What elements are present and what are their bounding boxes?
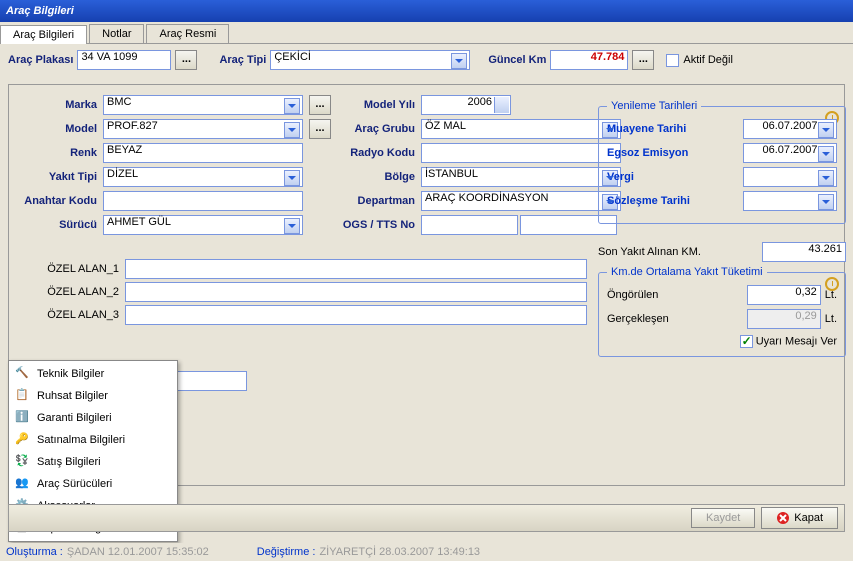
modelyili-spinner[interactable]: 2006: [421, 95, 511, 115]
degistirme-value: ZİYARETÇİ 28.03.2007 13:49:13: [319, 546, 480, 558]
money-icon: 💱: [15, 454, 31, 470]
users-icon: 👥: [15, 476, 31, 492]
aracgrubu-select[interactable]: ÖZ MAL: [421, 119, 621, 139]
anahtar-input[interactable]: [103, 191, 303, 211]
uyari-label: Uyarı Mesajı Ver: [756, 335, 837, 347]
km-label: Güncel Km: [488, 54, 546, 66]
modelyili-label: Model Yılı: [335, 99, 415, 111]
kaydet-button[interactable]: Kaydet: [691, 508, 755, 528]
guncel-km-input[interactable]: 47.784: [550, 50, 628, 70]
tab-bar: Araç Bilgileri Notlar Araç Resmi: [0, 22, 853, 44]
olusturma-value: ŞADAN 12.01.2007 15:35:02: [67, 546, 209, 558]
model-label: Model: [17, 123, 97, 135]
ogs1-input[interactable]: [421, 215, 518, 235]
olusturma-label: Oluşturma :: [6, 546, 63, 558]
info-icon: ℹ️: [15, 410, 31, 426]
plaka-browse-button[interactable]: ...: [175, 50, 197, 70]
radyo-label: Radyo Kodu: [335, 147, 415, 159]
model-select[interactable]: PROF.827: [103, 119, 303, 139]
unit-lt-2: Lt.: [825, 313, 837, 325]
plaka-label: Araç Plakası: [8, 54, 73, 66]
kapat-button[interactable]: Kapat: [761, 507, 838, 529]
bolge-select[interactable]: İSTANBUL: [421, 167, 621, 187]
clock-icon-2: [825, 277, 839, 291]
tuketim-fieldset: Km.de Ortalama Yakıt Tüketimi Öngörülen …: [598, 272, 846, 357]
menu-satinalma[interactable]: 🔑Satınalma Bilgileri: [11, 429, 175, 451]
marka-browse-button[interactable]: ...: [309, 95, 331, 115]
marka-select[interactable]: BMC: [103, 95, 303, 115]
egzos-label: Egsoz Emisyon: [607, 147, 688, 159]
close-icon: [776, 511, 790, 525]
model-browse-button[interactable]: ...: [309, 119, 331, 139]
aracgrubu-label: Araç Grubu: [335, 123, 415, 135]
ongorulen-input[interactable]: 0,32: [747, 285, 821, 305]
tipi-label: Araç Tipi: [219, 54, 266, 66]
tab-arac-resmi[interactable]: Araç Resmi: [146, 24, 229, 43]
document-icon: 📋: [15, 388, 31, 404]
egzos-date[interactable]: 06.07.2007: [743, 143, 837, 163]
gerceklesen-label: Gerçekleşen: [607, 313, 669, 325]
tab-notlar[interactable]: Notlar: [89, 24, 144, 43]
yenileme-fieldset: Yenileme Tarihleri Muayene Tarihi 06.07.…: [598, 106, 846, 224]
hammer-icon: 🔨: [15, 366, 31, 382]
aktif-degil-label: Aktif Değil: [683, 54, 733, 66]
ogs-label: OGS / TTS No: [335, 219, 415, 231]
key-icon: 🔑: [15, 432, 31, 448]
muayene-date[interactable]: 06.07.2007: [743, 119, 837, 139]
anahtar-label: Anahtar Kodu: [17, 195, 97, 207]
marka-label: Marka: [17, 99, 97, 111]
menu-ruhsat[interactable]: 📋Ruhsat Bilgiler: [11, 385, 175, 407]
sonyakit-input[interactable]: 43.261: [762, 242, 846, 262]
surucu-select[interactable]: AHMET GÜL: [103, 215, 303, 235]
degistirme-label: Değiştirme :: [257, 546, 316, 558]
departman-select[interactable]: ARAÇ KOORDİNASYON: [421, 191, 621, 211]
top-row: Araç Plakası 34 VA 1099 ... Araç Tipi ÇE…: [0, 44, 853, 76]
bolge-label: Bölge: [335, 171, 415, 183]
ozel2-label: ÖZEL ALAN_2: [17, 286, 119, 298]
arac-tipi-select[interactable]: ÇEKİCİ: [270, 50, 470, 70]
muayene-label: Muayene Tarihi: [607, 123, 686, 135]
menu-teknik[interactable]: 🔨Teknik Bilgiler: [11, 363, 175, 385]
right-column: Yenileme Tarihleri Muayene Tarihi 06.07.…: [598, 100, 846, 357]
yakit-select[interactable]: DİZEL: [103, 167, 303, 187]
renk-input[interactable]: BEYAZ: [103, 143, 303, 163]
ozel1-input[interactable]: [125, 259, 587, 279]
renk-label: Renk: [17, 147, 97, 159]
radyo-input[interactable]: [421, 143, 621, 163]
window-title: Araç Bilgileri: [0, 0, 853, 22]
menu-satis[interactable]: 💱Satış Bilgileri: [11, 451, 175, 473]
tuketim-title: Km.de Ortalama Yakıt Tüketimi: [607, 266, 767, 278]
status-bar: Oluşturma : ŞADAN 12.01.2007 15:35:02 De…: [0, 543, 853, 561]
km-browse-button[interactable]: ...: [632, 50, 654, 70]
menu-suruculer[interactable]: 👥Araç Sürücüleri: [11, 473, 175, 495]
yenileme-title: Yenileme Tarihleri: [607, 100, 701, 112]
uyari-checkbox[interactable]: [740, 335, 753, 348]
bottom-bar: Kaydet Kapat: [8, 504, 845, 532]
gerceklesen-input: 0,29: [747, 309, 821, 329]
sonyakit-label: Son Yakıt Alınan KM.: [598, 246, 701, 258]
ozel2-input[interactable]: [125, 282, 587, 302]
plaka-input[interactable]: 34 VA 1099: [77, 50, 171, 70]
ongorulen-label: Öngörülen: [607, 289, 658, 301]
sozlesme-date[interactable]: [743, 191, 837, 211]
tab-arac-bilgileri[interactable]: Araç Bilgileri: [0, 25, 87, 44]
menu-garanti[interactable]: ℹ️Garanti Bilgileri: [11, 407, 175, 429]
surucu-label: Sürücü: [17, 219, 97, 231]
yakit-label: Yakıt Tipi: [17, 171, 97, 183]
sozlesme-label: Sözleşme Tarihi: [607, 195, 690, 207]
aktif-degil-checkbox[interactable]: [666, 54, 679, 67]
vergi-date[interactable]: [743, 167, 837, 187]
ozel1-label: ÖZEL ALAN_1: [17, 263, 119, 275]
ozel3-label: ÖZEL ALAN_3: [17, 309, 119, 321]
departman-label: Departman: [335, 195, 415, 207]
ozel3-input[interactable]: [125, 305, 587, 325]
